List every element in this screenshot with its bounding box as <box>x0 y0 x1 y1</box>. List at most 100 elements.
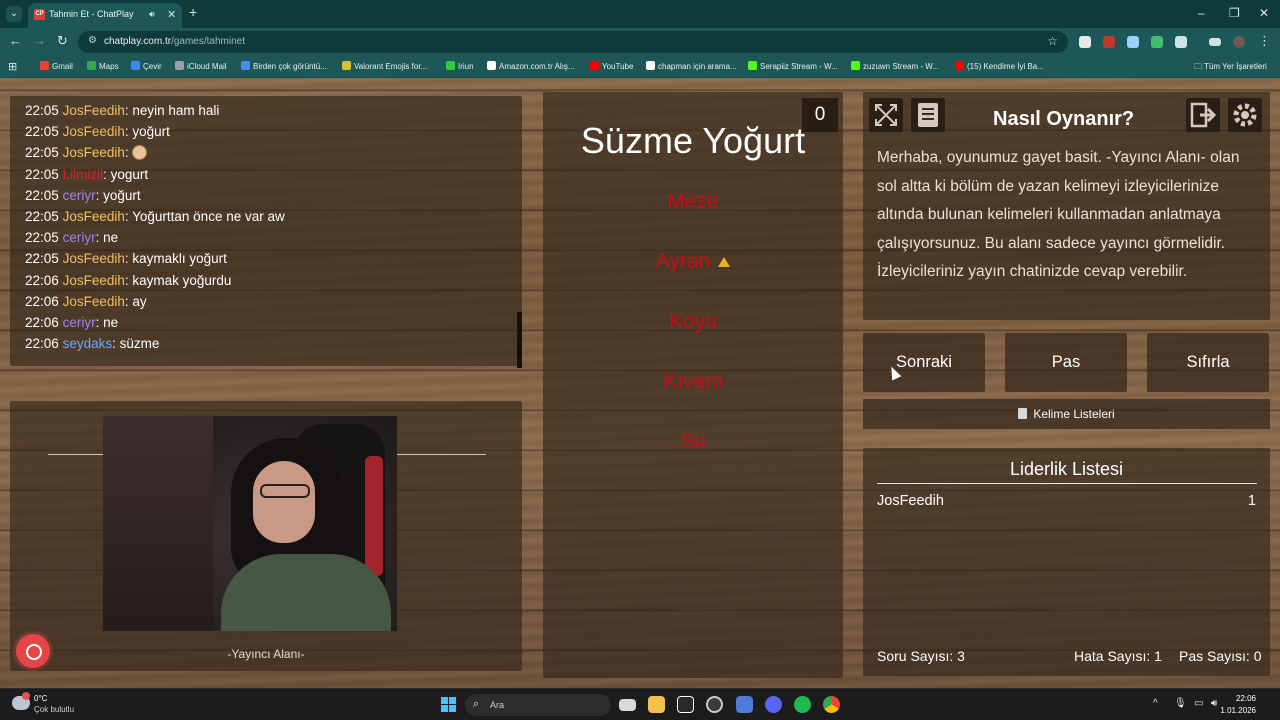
clock-time[interactable]: 22:06 <box>1236 694 1256 703</box>
tray-chevron-icon[interactable]: ^ <box>1153 698 1158 709</box>
task-view-icon[interactable] <box>619 699 636 711</box>
new-tab-icon[interactable]: + <box>189 5 197 19</box>
bookmark-star-icon[interactable]: ☆ <box>1047 34 1058 48</box>
divider <box>48 454 103 455</box>
bookmark-item[interactable]: Gmail <box>40 61 73 71</box>
chrome-icon[interactable] <box>823 696 840 713</box>
chat-text: ne <box>103 314 119 330</box>
chat-username[interactable]: ceriyr <box>63 188 96 203</box>
bookmark-icon <box>487 61 496 70</box>
bookmark-icon <box>241 61 250 70</box>
url-field[interactable]: ⚙︎ chatplay.com.tr/games/tahminet ☆ <box>78 31 1068 53</box>
app-icon[interactable] <box>736 696 753 713</box>
discord-icon[interactable] <box>765 696 782 713</box>
chat-username[interactable]: ceriyr <box>63 230 96 245</box>
notes-icon[interactable] <box>911 98 945 132</box>
chat-timestamp: 22:05 <box>25 251 59 267</box>
window-close-icon[interactable]: ✕ <box>1259 6 1269 20</box>
chat-text: kaymaklı yoğurt <box>132 251 227 267</box>
chat-username[interactable]: ceriyr <box>63 315 96 330</box>
bookmark-item[interactable]: Serapiiz Stream - W... <box>748 61 838 71</box>
streamer-area: -Yayıncı Alanı- <box>10 401 522 671</box>
webcam-video <box>103 416 397 631</box>
word-lists-button[interactable]: Kelime Listeleri <box>863 399 1270 429</box>
chat-username[interactable]: Lilmizil <box>63 167 104 182</box>
taskbar-search[interactable]: ⌕ Ara <box>465 694 611 716</box>
bookmark-item[interactable]: zuzuwn Stream - W... <box>851 61 939 71</box>
bookmark-label: Gmail <box>52 62 73 71</box>
chat-username[interactable]: JosFeedih <box>63 273 125 288</box>
media-control-icon[interactable] <box>1209 38 1221 46</box>
fullscreen-icon[interactable] <box>869 98 903 132</box>
bookmark-item[interactable]: iCloud Mail <box>175 61 227 71</box>
menu-dots-icon[interactable]: ⋮ <box>1258 34 1271 48</box>
record-button[interactable] <box>16 634 50 668</box>
bookmark-icon <box>175 61 184 70</box>
bookmark-icon <box>131 61 140 70</box>
all-bookmarks-label: Tüm Yer İşaretleri <box>1204 62 1267 71</box>
word-card: 0 Süzme Yoğurt Meze Ayran Koyu Kıvam Su <box>543 92 843 678</box>
reset-button[interactable]: Sıfırla <box>1147 333 1269 392</box>
site-info-icon[interactable]: ⚙︎ <box>88 35 97 46</box>
bookmark-label: Iriun <box>458 62 474 71</box>
bookmark-icon <box>40 61 49 70</box>
restore-icon[interactable]: ❐ <box>1229 6 1240 20</box>
extension-icon[interactable] <box>1151 36 1163 48</box>
chat-username[interactable]: JosFeedih <box>63 145 125 160</box>
chat-username[interactable]: JosFeedih <box>63 103 125 118</box>
forward-icon[interactable]: → <box>33 34 46 48</box>
chat-username[interactable]: JosFeedih <box>63 124 125 139</box>
bookmark-item[interactable]: Amazon.com.tr Alış... <box>487 61 575 71</box>
audio-app-icon[interactable] <box>677 696 694 713</box>
extension-icon[interactable] <box>1127 36 1139 48</box>
next-button[interactable]: Sonraki <box>863 333 985 392</box>
chat-text: Yoğurttan önce ne var aw <box>132 208 285 224</box>
apps-grid-icon[interactable]: ⊞ <box>8 60 17 73</box>
windows-start-icon[interactable] <box>441 697 456 712</box>
chat-username[interactable]: JosFeedih <box>63 294 125 309</box>
chat-timestamp: 22:05 <box>25 187 59 203</box>
chat-username[interactable]: JosFeedih <box>63 251 125 266</box>
exit-icon[interactable] <box>1186 98 1220 132</box>
speaker-icon[interactable]: 🔊︎ <box>149 9 155 20</box>
volume-icon[interactable]: 🔊︎ <box>1211 698 1217 709</box>
chat-scrollbar[interactable] <box>517 312 522 368</box>
tab-title: Tahmin Et - ChatPlay <box>49 9 134 19</box>
all-bookmarks[interactable]: 🗀 Tüm Yer İşaretleri <box>1194 61 1267 75</box>
minimize-icon[interactable]: – <box>1198 6 1205 20</box>
spotify-icon[interactable] <box>794 696 811 713</box>
chat-message: 22:05 ceriyr: ne <box>25 230 119 246</box>
bookmark-item[interactable]: Maps <box>87 61 119 71</box>
tab-active[interactable]: CP Tahmin Et - ChatPlay 🔊︎ ✕ <box>28 3 182 28</box>
bookmark-label: Birden çok görüntü... <box>253 62 327 71</box>
streamer-area-label: -Yayıncı Alanı- <box>227 647 305 661</box>
bookmark-item[interactable]: YouTube <box>590 61 633 71</box>
chat-timestamp: 22:06 <box>25 293 59 309</box>
chat-username[interactable]: seydaks <box>63 336 113 351</box>
url-text: chatplay.com.tr/games/tahminet <box>104 36 245 47</box>
extension-icon[interactable] <box>1103 36 1115 48</box>
bookmark-item[interactable]: chapman için arama... <box>646 61 737 71</box>
back-icon[interactable]: ← <box>9 34 22 48</box>
extensions-puzzle-icon[interactable] <box>1175 36 1187 48</box>
taboo-word-label: Ayran <box>655 250 711 273</box>
bookmark-item[interactable]: Çevir <box>131 61 162 71</box>
network-icon[interactable]: ▭ <box>1194 698 1203 709</box>
tab-close-icon[interactable]: ✕ <box>167 8 176 21</box>
reload-icon[interactable]: ↻ <box>57 34 68 48</box>
bookmark-item[interactable]: Valorant Emojis for... <box>342 61 427 71</box>
pass-button[interactable]: Pas <box>1005 333 1127 392</box>
tab-search-icon[interactable]: ⌄ <box>6 6 22 22</box>
how-to-play-text: Merhaba, oyunumuz gayet basit. -Yayıncı … <box>877 149 1240 280</box>
bookmark-item[interactable]: Birden çok görüntü... <box>241 61 327 71</box>
settings-gear-icon[interactable] <box>1228 98 1262 132</box>
file-explorer-icon[interactable] <box>648 696 665 713</box>
chat-username[interactable]: JosFeedih <box>63 209 125 224</box>
clock-date[interactable]: 1.01.2026 <box>1220 706 1256 715</box>
obs-icon[interactable] <box>706 696 723 713</box>
profile-avatar[interactable] <box>1233 36 1245 48</box>
extension-icon[interactable] <box>1079 36 1091 48</box>
microphone-icon[interactable]: 🎙︎ <box>1174 698 1187 709</box>
bookmark-item[interactable]: (15) Kendime İyi Ba... <box>955 61 1044 71</box>
bookmark-item[interactable]: Iriun <box>446 61 474 71</box>
